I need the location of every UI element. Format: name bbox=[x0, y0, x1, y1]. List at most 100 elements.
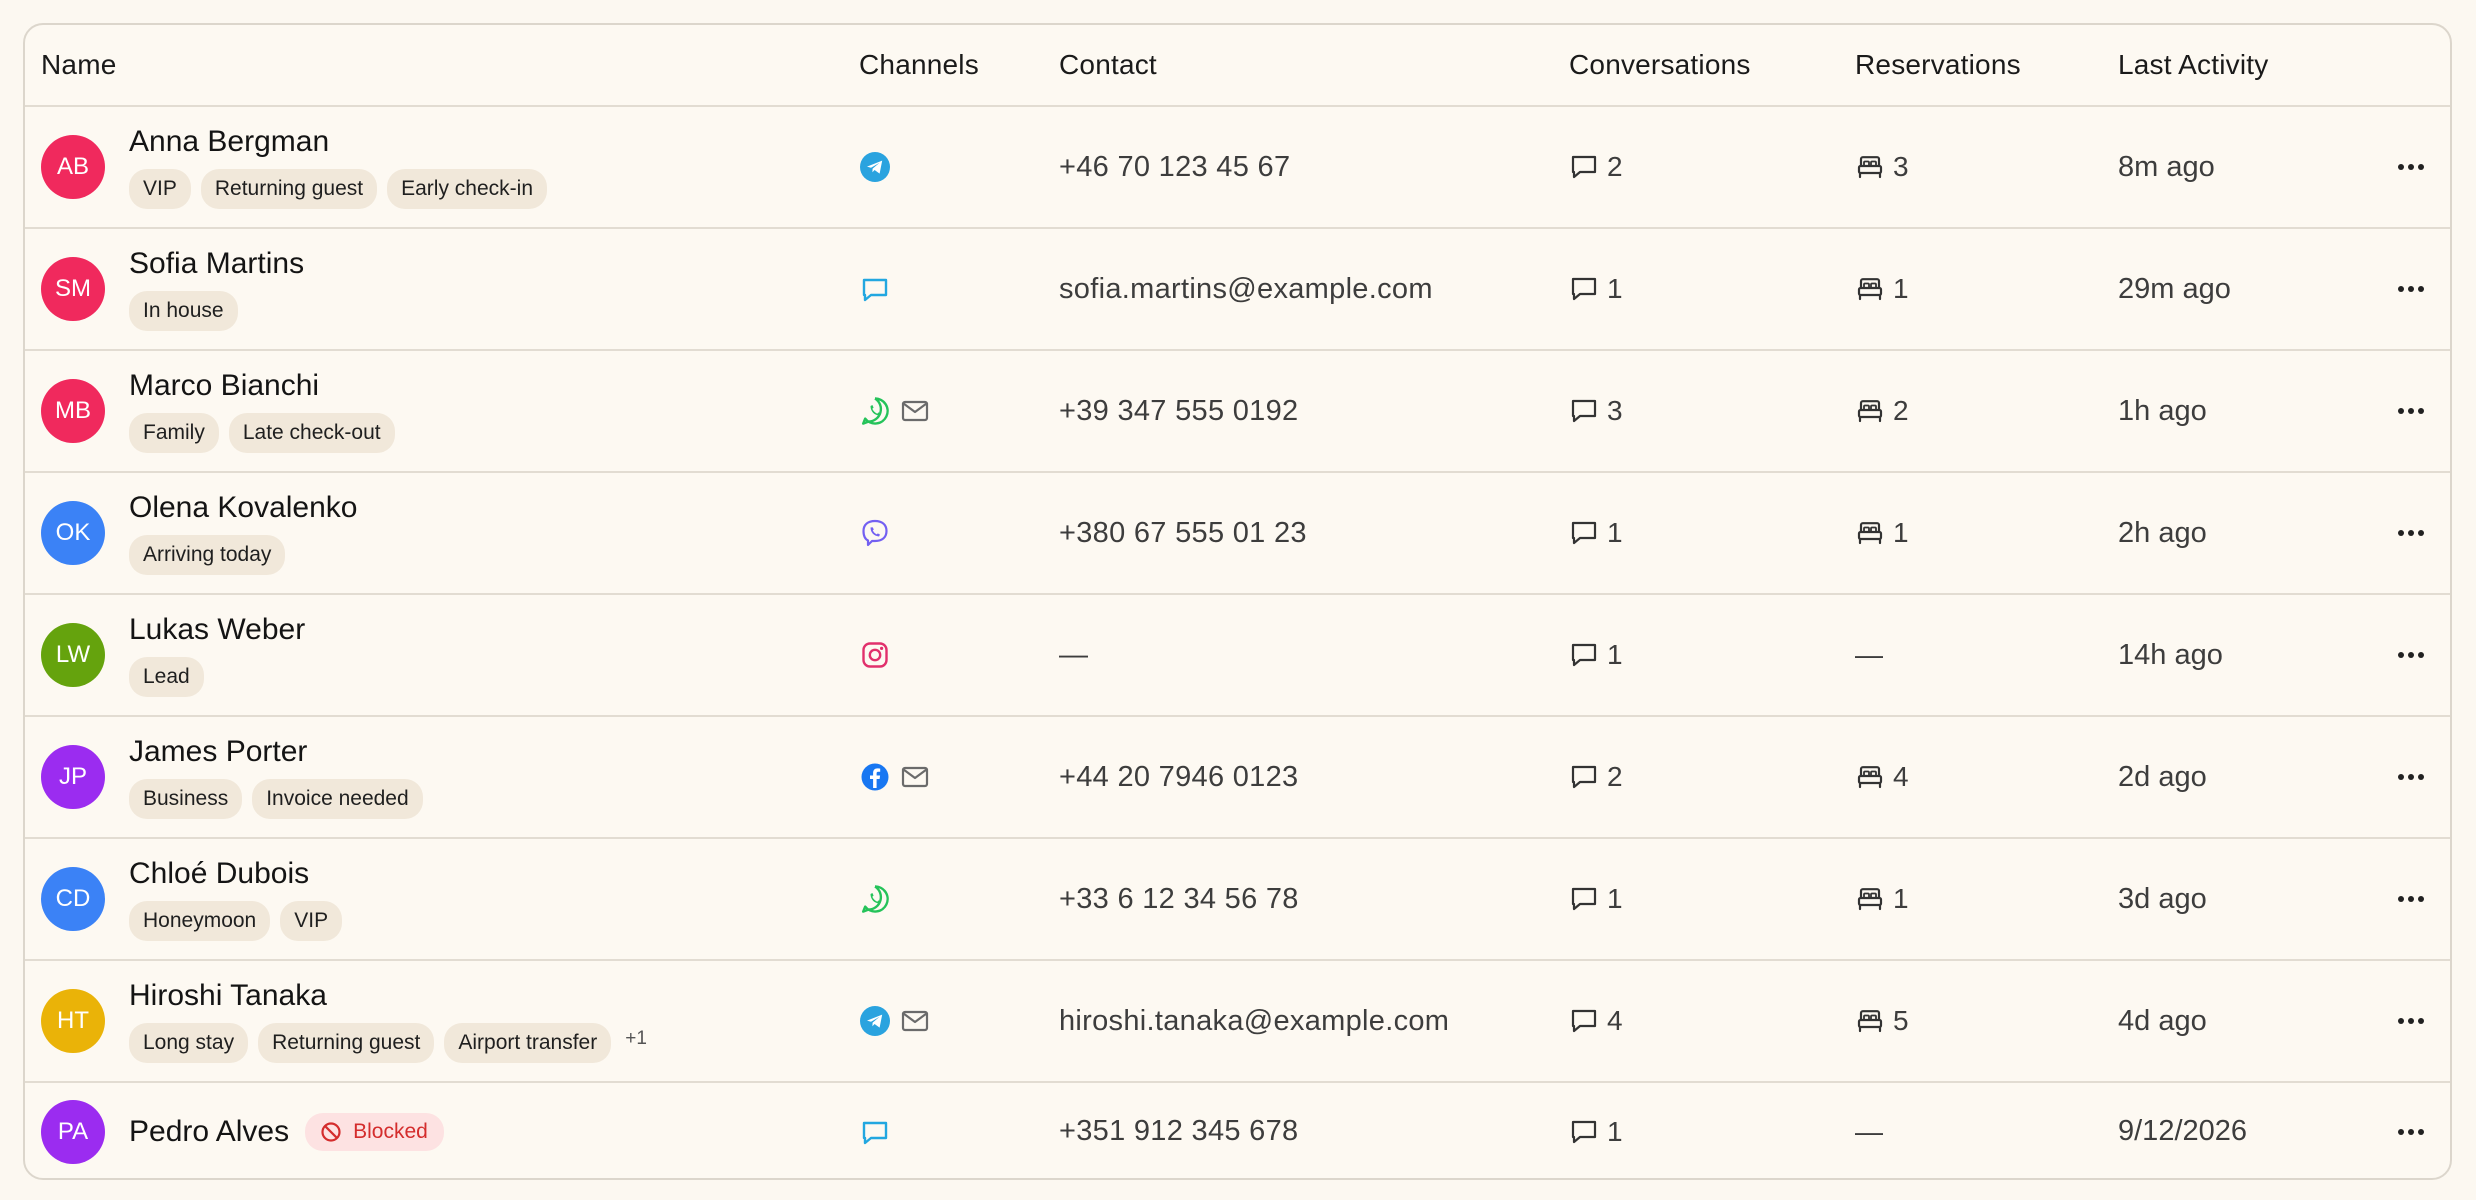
chat-icon[interactable] bbox=[859, 1116, 891, 1148]
more-options-icon[interactable] bbox=[2398, 408, 2424, 414]
contact-value[interactable]: +46 70 123 45 67 bbox=[1059, 151, 1290, 184]
guest-tag: VIP bbox=[129, 169, 191, 209]
conversations-cell: 3 bbox=[1569, 351, 1849, 471]
blocked-badge: Blocked bbox=[305, 1112, 444, 1151]
conversation-icon bbox=[1571, 1009, 1597, 1033]
name-cell: JP James Porter Business Invoice needed bbox=[41, 717, 841, 837]
reservations-count: 4 bbox=[1855, 761, 1909, 793]
contact-cell: +351 912 345 678 bbox=[1059, 1083, 1559, 1178]
row-actions-cell bbox=[2381, 107, 2441, 227]
mail-icon[interactable] bbox=[899, 395, 931, 427]
contact-value[interactable]: hiroshi.tanaka@example.com bbox=[1059, 1005, 1449, 1038]
header-name[interactable]: Name bbox=[41, 25, 841, 105]
blocked-icon bbox=[321, 1121, 341, 1142]
mail-icon[interactable] bbox=[899, 1005, 931, 1037]
contact-value[interactable]: +44 20 7946 0123 bbox=[1059, 761, 1298, 794]
contact-cell: +44 20 7946 0123 bbox=[1059, 717, 1559, 837]
conversations-value: 1 bbox=[1607, 1115, 1623, 1147]
telegram-icon[interactable] bbox=[859, 151, 891, 183]
reservations-value: 5 bbox=[1893, 1005, 1909, 1036]
more-tags-count[interactable]: +1 bbox=[625, 1028, 647, 1050]
guest-name[interactable]: Chloé Dubois bbox=[129, 857, 309, 891]
instagram-icon[interactable] bbox=[859, 639, 891, 671]
guest-tag: Returning guest bbox=[258, 1023, 435, 1063]
more-options-icon[interactable] bbox=[2398, 1018, 2424, 1024]
tag-list: Lead bbox=[129, 657, 305, 697]
table-row[interactable]: SM Sofia Martins In house sofia.martins@exa… bbox=[25, 229, 2450, 351]
more-options-icon[interactable] bbox=[2398, 164, 2424, 170]
table-row[interactable]: HT Hiroshi Tanaka Long stay Returning guest… bbox=[25, 961, 2450, 1083]
conversations-value: 1 bbox=[1607, 883, 1623, 914]
viber-icon[interactable] bbox=[859, 517, 891, 549]
reservations-count: 1 bbox=[1855, 273, 1909, 305]
reservations-cell: 4 bbox=[1855, 717, 2115, 837]
contact-value[interactable]: +33 6 12 34 56 78 bbox=[1059, 883, 1299, 916]
contact-value[interactable]: — bbox=[1059, 639, 1088, 672]
channels-cell bbox=[859, 595, 1049, 715]
guest-name[interactable]: Olena Kovalenko bbox=[129, 491, 358, 525]
header-conversations[interactable]: Conversations bbox=[1569, 25, 1849, 105]
table-row[interactable]: OK Olena Kovalenko Arriving today +380 67 5… bbox=[25, 473, 2450, 595]
guest-name[interactable]: Anna Bergman bbox=[129, 125, 329, 159]
guest-tag: Family bbox=[129, 413, 219, 453]
reservations-value: 4 bbox=[1893, 761, 1909, 792]
reservations-cell: 3 bbox=[1855, 107, 2115, 227]
more-options-icon[interactable] bbox=[2398, 1128, 2424, 1135]
header-channels[interactable]: Channels bbox=[859, 25, 1049, 105]
guest-name[interactable]: Hiroshi Tanaka bbox=[129, 979, 327, 1013]
conversations-value: 1 bbox=[1607, 639, 1623, 670]
tag-list: Long stay Returning guest Airport transfer… bbox=[129, 1023, 647, 1063]
table-row[interactable]: JP James Porter Business Invoice needed +44 … bbox=[25, 717, 2450, 839]
last-activity-cell: 29m ago bbox=[2118, 229, 2358, 349]
facebook-icon[interactable] bbox=[859, 761, 891, 793]
name-cell: SM Sofia Martins In house bbox=[41, 229, 841, 349]
bed-icon bbox=[1857, 400, 1883, 423]
bed-icon bbox=[1857, 766, 1883, 789]
whatsapp-icon[interactable] bbox=[859, 395, 891, 427]
guest-tag: In house bbox=[129, 291, 238, 331]
contact-value[interactable]: +39 347 555 0192 bbox=[1059, 395, 1298, 428]
header-reservations[interactable]: Reservations bbox=[1855, 25, 2115, 105]
reservations-count: 1 bbox=[1855, 883, 1909, 915]
reservations-value: 1 bbox=[1893, 517, 1909, 548]
channels-cell bbox=[859, 351, 1049, 471]
last-activity-cell: 9/12/2026 bbox=[2118, 1083, 2358, 1178]
more-options-icon[interactable] bbox=[2398, 896, 2424, 902]
conversations-value: 2 bbox=[1607, 151, 1623, 182]
contact-value[interactable]: +380 67 555 01 23 bbox=[1059, 517, 1307, 550]
table-row[interactable]: PA Pedro Alves Blocked +351 912 345 678 1 — 9/… bbox=[25, 1083, 2450, 1178]
whatsapp-icon[interactable] bbox=[859, 883, 891, 915]
table-row[interactable]: AB Anna Bergman VIP Returning guest Early ch… bbox=[25, 107, 2450, 229]
table-row[interactable]: MB Marco Bianchi Family Late check-out +39 3… bbox=[25, 351, 2450, 473]
avatar: AB bbox=[41, 135, 105, 199]
reservations-cell: — bbox=[1855, 595, 2115, 715]
last-activity-cell: 1h ago bbox=[2118, 351, 2358, 471]
guest-name[interactable]: James Porter bbox=[129, 735, 307, 769]
contact-value[interactable]: sofia.martins@example.com bbox=[1059, 273, 1433, 306]
telegram-icon[interactable] bbox=[859, 1005, 891, 1037]
conversations-count: 1 bbox=[1569, 517, 1623, 549]
channels-cell bbox=[859, 961, 1049, 1081]
contact-cell: sofia.martins@example.com bbox=[1059, 229, 1559, 349]
name-cell: AB Anna Bergman VIP Returning guest Early ch… bbox=[41, 107, 841, 227]
table-row[interactable]: CD Chloé Dubois Honeymoon VIP +33 6 12 34 56… bbox=[25, 839, 2450, 961]
mail-icon[interactable] bbox=[899, 761, 931, 793]
more-options-icon[interactable] bbox=[2398, 652, 2424, 658]
chat-icon[interactable] bbox=[859, 273, 891, 305]
header-contact[interactable]: Contact bbox=[1059, 25, 1559, 105]
guest-name[interactable]: Lukas Weber bbox=[129, 613, 305, 647]
reservations-cell: 1 bbox=[1855, 473, 2115, 593]
more-options-icon[interactable] bbox=[2398, 530, 2424, 536]
more-options-icon[interactable] bbox=[2398, 286, 2424, 292]
conversations-value: 2 bbox=[1607, 761, 1623, 792]
header-last-activity[interactable]: Last Activity bbox=[2118, 25, 2358, 105]
conversations-value: 3 bbox=[1607, 395, 1623, 426]
guest-name[interactable]: Sofia Martins bbox=[129, 247, 304, 281]
guest-name[interactable]: Pedro Alves bbox=[129, 1115, 289, 1149]
conversation-icon bbox=[1571, 277, 1597, 301]
conversations-value: 4 bbox=[1607, 1005, 1623, 1036]
table-row[interactable]: LW Lukas Weber Lead — 1 — 14h ago bbox=[25, 595, 2450, 717]
contact-value[interactable]: +351 912 345 678 bbox=[1059, 1115, 1298, 1148]
more-options-icon[interactable] bbox=[2398, 774, 2424, 780]
guest-name[interactable]: Marco Bianchi bbox=[129, 369, 319, 403]
